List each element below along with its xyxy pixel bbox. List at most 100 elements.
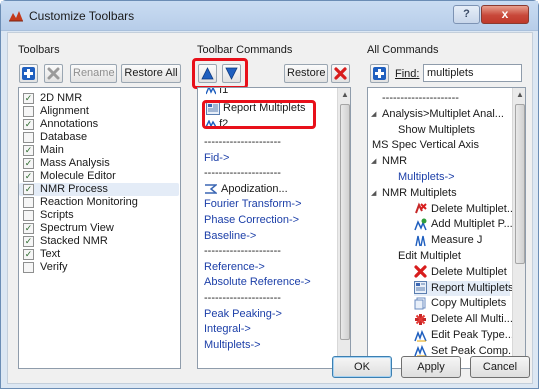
tree-item[interactable]: ◢ NMR — [371, 154, 407, 169]
checkbox[interactable]: ✓ — [23, 119, 34, 130]
checkbox[interactable] — [23, 262, 34, 273]
toolbar-list-item[interactable]: Alignment — [19, 105, 179, 118]
command-item[interactable]: Multiplets-> — [204, 338, 261, 353]
toolbar-list-item-label: Main — [40, 144, 64, 156]
checkbox[interactable]: ✓ — [23, 184, 34, 195]
tree-item-label: Show Multiplets — [398, 123, 476, 136]
checkbox[interactable]: ✓ — [23, 145, 34, 156]
tree-item[interactable]: MS Spec Vertical Axis — [372, 138, 479, 153]
toolbar-list-item[interactable]: ✓ Text — [19, 248, 179, 261]
tree-item[interactable]: Add Multiplet P... — [414, 217, 513, 232]
tree-item-label: --------------------- — [382, 92, 459, 104]
commands-scrollbar[interactable]: ▲ ▼ — [337, 88, 350, 368]
command-item[interactable]: Peak Peaking-> — [204, 307, 282, 322]
checkbox[interactable]: ✓ — [23, 249, 34, 260]
toolbar-list-item-label: Database — [40, 131, 88, 143]
command-item[interactable]: Fourier Transform-> — [204, 197, 302, 212]
remove-command-button[interactable] — [331, 64, 350, 83]
checkbox[interactable] — [23, 106, 34, 117]
expand-arrow-icon[interactable]: ◢ — [371, 154, 376, 169]
toolbars-list[interactable]: ✓ 2D NMR Alignment ✓ Annotations Database ✓ Mai… — [18, 87, 181, 369]
tree-item-label: Delete Multiplet... — [431, 202, 516, 215]
command-item[interactable]: Absolute Reference-> — [204, 275, 311, 290]
scroll-thumb[interactable] — [515, 104, 525, 264]
tree-item[interactable]: --------------------- — [382, 91, 459, 106]
tree-item[interactable]: Copy Multiplets — [414, 296, 506, 311]
red-x-icon — [414, 265, 427, 278]
tree-item[interactable]: Delete Multiplet — [414, 265, 507, 280]
tree-scrollbar[interactable]: ▲ ▼ — [512, 88, 525, 368]
ok-button[interactable]: OK — [332, 356, 392, 378]
expand-arrow-icon[interactable]: ◢ — [371, 107, 376, 122]
tree-item[interactable]: ◢ NMR Multiplets — [371, 186, 457, 201]
scroll-up-arrow[interactable]: ▲ — [513, 88, 525, 102]
tree-item[interactable]: Show Multiplets — [398, 123, 475, 138]
command-item[interactable]: Baseline-> — [204, 229, 256, 244]
plus-icon — [22, 67, 35, 80]
checkbox[interactable]: ✓ — [23, 93, 34, 104]
cancel-button[interactable]: Cancel — [470, 356, 530, 378]
partial-item-f1: f1 — [205, 88, 228, 98]
apply-button[interactable]: Apply — [401, 356, 461, 378]
all-commands-tree[interactable]: --------------------- ◢ Analysis>Multiplet… — [367, 87, 526, 369]
toolbar-list-item[interactable]: ✓ 2D NMR — [19, 92, 179, 105]
scroll-thumb[interactable] — [340, 104, 350, 340]
tree-item[interactable]: Measure J — [414, 233, 482, 248]
command-item[interactable]: Apodization... — [204, 182, 288, 197]
toolbar-list-item[interactable]: ✓ Annotations — [19, 118, 179, 131]
rename-button[interactable]: Rename — [70, 64, 117, 83]
toolbar-list-item[interactable]: Database — [19, 131, 179, 144]
red-cross-icon — [415, 313, 426, 325]
close-button[interactable]: x — [481, 5, 529, 24]
restore-all-button[interactable]: Restore All — [121, 64, 181, 83]
toolbar-list-item[interactable]: ✓ Main — [19, 144, 179, 157]
expand-arrow-icon[interactable]: ◢ — [371, 186, 376, 201]
find-input[interactable] — [423, 64, 522, 82]
command-item-label: Multiplets-> — [204, 338, 261, 351]
tree-item-label: Report Multiplets — [431, 281, 514, 294]
tree-item-label: Set Peak Comp... — [431, 344, 518, 357]
command-item-label: Peak Peaking-> — [204, 307, 282, 320]
checkbox[interactable]: ✓ — [23, 236, 34, 247]
toolbar-list-item[interactable]: Reaction Monitoring — [19, 196, 179, 209]
tree-item-label: Copy Multiplets — [431, 297, 507, 310]
add-command-button[interactable] — [370, 64, 389, 83]
toolbar-list-item[interactable]: ✓ NMR Process — [19, 183, 179, 196]
find-label: Find: — [395, 68, 420, 80]
toolbar-list-item[interactable]: ✓ Spectrum View — [19, 222, 179, 235]
toolbar-list-item[interactable]: ✓ Molecule Editor — [19, 170, 179, 183]
command-item-label: Reference-> — [204, 260, 265, 273]
tree-item[interactable]: Edit Multiplet — [398, 249, 461, 264]
tree-item[interactable]: Delete All Multi... — [414, 312, 513, 327]
checkbox[interactable]: ✓ — [23, 171, 34, 182]
tree-item[interactable]: Delete Multiplet... — [414, 202, 516, 217]
command-item[interactable]: Fid-> — [204, 151, 229, 166]
toolbar-list-item-label: Spectrum View — [40, 222, 114, 234]
tree-item[interactable]: Report Multiplets — [414, 280, 514, 296]
checkbox[interactable]: ✓ — [23, 223, 34, 234]
add-toolbar-button[interactable] — [19, 64, 38, 83]
toolbar-list-item[interactable]: ✓ Stacked NMR — [19, 235, 179, 248]
checkbox[interactable] — [23, 132, 34, 143]
tree-item-label: Analysis>Multiplet Anal... — [382, 107, 504, 120]
checkbox[interactable] — [23, 197, 34, 208]
toolbar-commands-list[interactable]: f1 Report Multiplets f2 ----------------… — [197, 87, 351, 369]
tree-item[interactable]: Multiplets-> — [398, 170, 455, 185]
title-bar[interactable]: Customize Toolbars ? x — [1, 1, 538, 31]
command-item[interactable]: Phase Correction-> — [204, 213, 299, 228]
tree-item[interactable]: Edit Peak Type... — [414, 328, 514, 343]
toolbar-list-item-label: Annotations — [40, 118, 99, 130]
checkbox[interactable]: ✓ — [23, 158, 34, 169]
delete-toolbar-button[interactable] — [44, 64, 63, 83]
command-item[interactable]: Reference-> — [204, 260, 265, 275]
restore-button[interactable]: Restore — [284, 64, 328, 83]
toolbar-list-item[interactable]: ✓ Mass Analysis — [19, 157, 179, 170]
toolbar-list-item-label: Stacked NMR — [40, 235, 108, 247]
checkbox[interactable] — [23, 210, 34, 221]
toolbar-list-item[interactable]: Verify — [19, 261, 179, 274]
command-item[interactable]: Integral-> — [204, 322, 251, 337]
help-button[interactable]: ? — [453, 5, 480, 24]
tree-item[interactable]: ◢ Analysis>Multiplet Anal... — [371, 107, 504, 122]
scroll-up-arrow[interactable]: ▲ — [338, 88, 350, 102]
toolbar-list-item[interactable]: Scripts — [19, 209, 179, 222]
